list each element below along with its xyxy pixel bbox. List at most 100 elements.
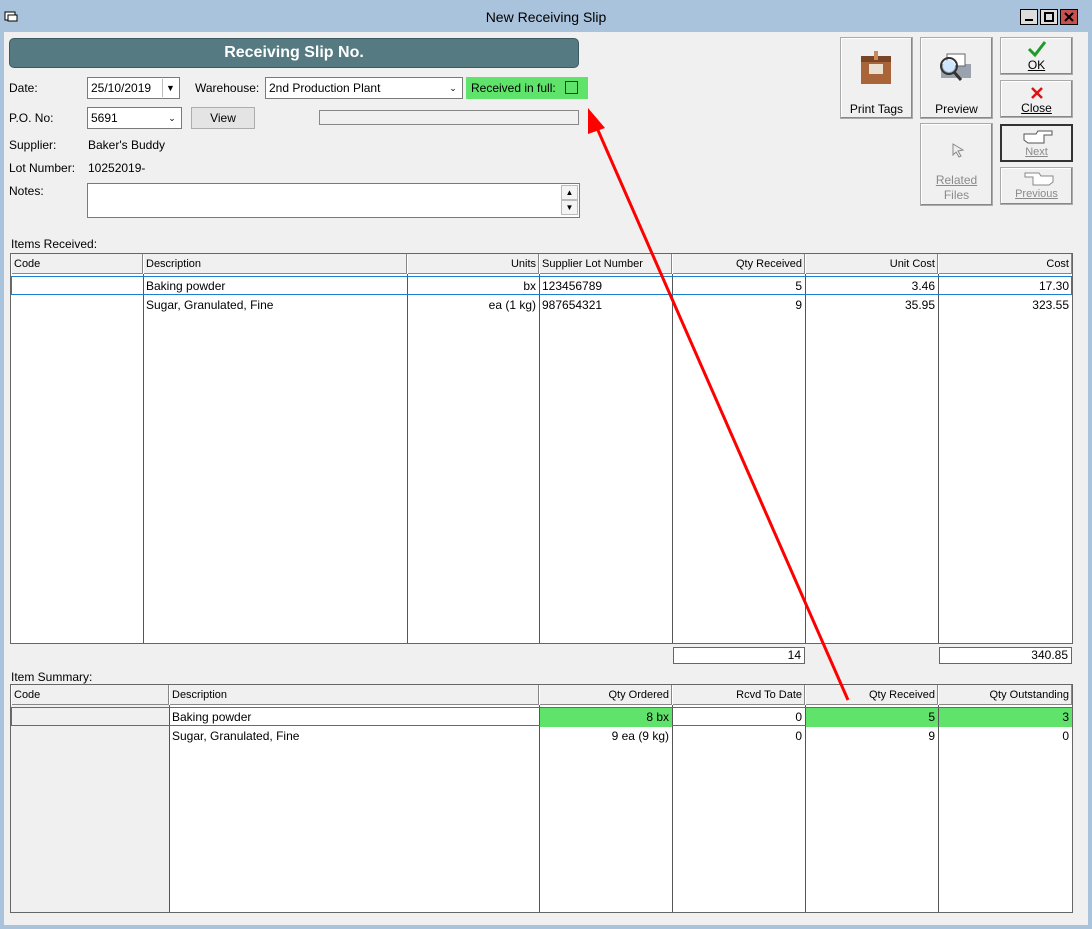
minimize-button[interactable] <box>1020 9 1038 25</box>
column-header-qty-received[interactable]: Qty Received <box>672 254 805 274</box>
print-tags-button[interactable]: Print Tags <box>840 37 913 119</box>
column-header-description[interactable]: Description <box>143 254 407 274</box>
related-files-label-2: Files <box>943 188 970 202</box>
progress-bar <box>319 110 579 125</box>
column-header-units[interactable]: Units <box>407 254 539 274</box>
cell-qty-received[interactable]: 9 <box>672 296 805 315</box>
cell-description[interactable]: Baking powder <box>143 277 407 296</box>
related-files-icon <box>952 143 965 158</box>
cell-qty-received[interactable]: 9 <box>805 727 938 746</box>
received-in-full-label: Received in full: <box>471 81 556 95</box>
cell-units[interactable]: ea (1 kg) <box>407 296 539 315</box>
cell-code[interactable] <box>11 708 169 727</box>
item-summary-table[interactable]: Code Description Qty Ordered Rcvd To Dat… <box>10 684 1073 913</box>
date-label: Date: <box>9 81 38 95</box>
cell-qty-ordered[interactable]: 9 ea (9 kg) <box>539 727 672 746</box>
previous-label: Previous <box>1015 188 1058 200</box>
table-header: Code Description Units Supplier Lot Numb… <box>11 254 1072 274</box>
column-header-supplier-lot[interactable]: Supplier Lot Number <box>539 254 672 274</box>
preview-label: Preview <box>935 102 978 116</box>
cell-rcvd-to-date[interactable]: 0 <box>672 727 805 746</box>
items-received-table[interactable]: Code Description Units Supplier Lot Numb… <box>10 253 1073 644</box>
date-value: 25/10/2019 <box>91 81 152 95</box>
total-cost: 340.85 <box>939 647 1072 664</box>
page-title: Receiving Slip No. <box>9 38 579 68</box>
scroll-down-icon[interactable]: ▼ <box>561 200 578 215</box>
cell-unit-cost[interactable]: 3.46 <box>805 277 938 296</box>
po-label: P.O. No: <box>9 111 54 125</box>
cell-qty-received[interactable]: 5 <box>806 708 938 727</box>
column-header-code[interactable]: Code <box>11 685 169 705</box>
column-header-description[interactable]: Description <box>169 685 539 705</box>
next-label: Next <box>1025 146 1048 158</box>
minimize-icon <box>1025 19 1033 21</box>
cell-description[interactable]: Sugar, Granulated, Fine <box>169 727 539 746</box>
po-select[interactable]: 5691 ⌄ <box>87 107 182 129</box>
cell-code[interactable] <box>11 296 143 315</box>
preview-button[interactable]: Preview <box>920 37 993 119</box>
column-header-qty-received[interactable]: Qty Received <box>805 685 938 705</box>
pointing-hand-left-icon <box>1024 172 1054 186</box>
cell-qty-received[interactable]: 5 <box>672 277 805 296</box>
next-button[interactable]: Next <box>1000 124 1073 162</box>
chevron-down-icon[interactable]: ▼ <box>162 79 178 97</box>
notes-label: Notes: <box>9 184 44 198</box>
window-title: New Receiving Slip <box>485 9 607 25</box>
notes-textarea[interactable]: ▲ ▼ <box>87 183 580 218</box>
title-bar: New Receiving Slip <box>0 0 1092 32</box>
cell-rcvd-to-date[interactable]: 0 <box>672 708 805 727</box>
notes-scrollbar[interactable]: ▲ ▼ <box>561 185 578 216</box>
column-header-rcvd-to-date[interactable]: Rcvd To Date <box>672 685 805 705</box>
table-header: Code Description Qty Ordered Rcvd To Dat… <box>11 685 1072 705</box>
received-in-full-checkbox[interactable] <box>565 81 578 94</box>
chevron-down-icon[interactable]: ⌄ <box>164 109 180 127</box>
column-header-qty-ordered[interactable]: Qty Ordered <box>539 685 672 705</box>
warehouse-select[interactable]: 2nd Production Plant ⌄ <box>265 77 463 99</box>
column-header-qty-outstanding[interactable]: Qty Outstanding <box>938 685 1072 705</box>
cell-supplier-lot[interactable]: 987654321 <box>539 296 672 315</box>
window-close-button[interactable] <box>1060 9 1078 25</box>
close-icon <box>1064 12 1074 22</box>
warehouse-value: 2nd Production Plant <box>269 81 381 95</box>
cell-qty-outstanding[interactable]: 0 <box>938 727 1072 746</box>
warehouse-label: Warehouse: <box>195 81 260 95</box>
cell-qty-ordered[interactable]: 8 bx <box>540 708 672 727</box>
cell-supplier-lot[interactable]: 123456789 <box>539 277 672 296</box>
scroll-up-icon[interactable]: ▲ <box>561 185 578 200</box>
related-files-button[interactable]: Related Files <box>920 123 993 206</box>
package-icon <box>861 51 891 84</box>
ok-button[interactable]: OK <box>1000 37 1073 75</box>
supplier-value: Baker's Buddy <box>88 138 165 152</box>
cell-description[interactable]: Baking powder <box>169 708 539 727</box>
maximize-button[interactable] <box>1040 9 1058 25</box>
column-header-unit-cost[interactable]: Unit Cost <box>805 254 938 274</box>
maximize-icon <box>1044 12 1054 22</box>
cell-units[interactable]: bx <box>407 277 539 296</box>
lot-number-value: 10252019- <box>88 161 146 175</box>
items-received-label: Items Received: <box>11 237 98 251</box>
close-button[interactable]: Close <box>1000 80 1073 118</box>
cell-description[interactable]: Sugar, Granulated, Fine <box>143 296 407 315</box>
app-window: New Receiving Slip Receiving Slip No. Da… <box>0 0 1092 929</box>
view-button[interactable]: View <box>191 107 255 129</box>
form-client-area: Receiving Slip No. Date: 25/10/2019 ▼ Wa… <box>4 32 1088 925</box>
chevron-down-icon[interactable]: ⌄ <box>445 79 461 97</box>
print-tags-label: Print Tags <box>849 102 904 116</box>
cell-cost[interactable]: 323.55 <box>938 296 1072 315</box>
cell-code[interactable] <box>11 727 169 746</box>
cell-unit-cost[interactable]: 35.95 <box>805 296 938 315</box>
received-in-full-field: Received in full: <box>466 77 588 99</box>
cell-qty-outstanding[interactable]: 3 <box>939 708 1072 727</box>
close-label: Close <box>1021 101 1052 115</box>
date-picker[interactable]: 25/10/2019 ▼ <box>87 77 180 99</box>
column-header-code[interactable]: Code <box>11 254 143 274</box>
po-value: 5691 <box>91 111 118 125</box>
supplier-label: Supplier: <box>9 138 57 152</box>
previous-button[interactable]: Previous <box>1000 167 1073 205</box>
cell-cost[interactable]: 17.30 <box>938 277 1072 296</box>
pointing-hand-right-icon <box>1023 130 1053 144</box>
item-summary-label: Item Summary: <box>11 670 93 684</box>
related-files-label-1: Related <box>935 173 978 187</box>
column-header-cost[interactable]: Cost <box>938 254 1072 274</box>
cell-code[interactable] <box>11 277 143 296</box>
